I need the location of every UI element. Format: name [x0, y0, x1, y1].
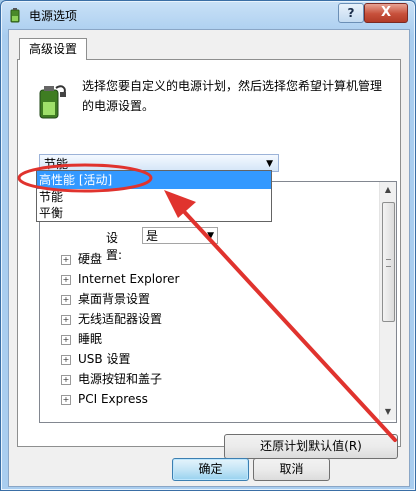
expand-icon[interactable]: + — [61, 314, 71, 325]
help-button[interactable]: ? — [338, 3, 364, 23]
tab-advanced-settings[interactable]: 高级设置 — [19, 38, 87, 60]
tree-item-label: 无线适配器设置 — [78, 312, 163, 326]
dialog-client: 高级设置 选择您要自定义的电源计划，然后选择您希望计算机管理的电源设置。 节能 … — [8, 29, 410, 487]
power-options-window: 电源选项 ? X 高级设置 选择您要自定义的电源计划，然后选择您希望计算机管理的… — [0, 0, 416, 491]
dropdown-option-high-performance[interactable]: 高性能 [活动] — [37, 171, 271, 189]
window-title: 电源选项 — [29, 9, 78, 23]
tree-item[interactable]: + 硬盘 — [61, 249, 102, 269]
power-plan-dropdown-list[interactable]: 高性能 [活动] 节能 平衡 — [36, 170, 272, 222]
expand-icon[interactable]: + — [61, 254, 71, 265]
tree-item-label: 睡眠 — [78, 332, 103, 346]
tree-item-label: USB 设置 — [78, 352, 131, 366]
power-plan-selected: 节能 — [44, 157, 69, 171]
cancel-button[interactable]: 取消 — [253, 458, 330, 481]
tree-item[interactable]: + PCI Express — [61, 389, 148, 409]
tree-item[interactable]: + 睡眠 — [61, 329, 102, 349]
settings-panel: 选择您要自定义的电源计划，然后选择您希望计算机管理的电源设置。 节能 ▼ 设置:… — [17, 59, 401, 459]
ok-button[interactable]: 确定 — [172, 458, 249, 481]
tree-item-label: PCI Express — [78, 392, 148, 406]
power-plan-icon — [10, 8, 20, 23]
tree-item-label: 硬盘 — [78, 252, 103, 266]
scrollbar-thumb[interactable] — [382, 202, 395, 322]
description-text: 选择您要自定义的电源计划，然后选择您希望计算机管理的电源设置。 — [82, 79, 383, 113]
tree-item[interactable]: + 电源按钮和盖子 — [61, 369, 162, 389]
setting-value: 是 — [146, 229, 159, 243]
setting-label: 设置: — [106, 231, 123, 262]
scroll-up-icon[interactable]: ▲ — [380, 182, 396, 198]
tree-item-label: 桌面背景设置 — [78, 292, 151, 306]
expand-icon[interactable]: + — [61, 294, 71, 305]
tree-item[interactable]: + 无线适配器设置 — [61, 309, 162, 329]
battery-plug-icon — [39, 85, 66, 119]
tree-item[interactable]: + 桌面背景设置 — [61, 289, 150, 309]
tree-item[interactable]: + USB 设置 — [61, 349, 130, 369]
grip-icon — [386, 259, 391, 267]
expand-icon[interactable]: + — [61, 374, 71, 385]
expand-icon[interactable]: + — [61, 394, 71, 405]
title-bar[interactable]: 电源选项 ? X — [1, 1, 415, 29]
close-button[interactable]: X — [364, 3, 408, 23]
vertical-scrollbar[interactable]: ▲ ▼ — [379, 182, 396, 420]
expand-icon[interactable]: + — [61, 274, 71, 285]
tree-item-label: Internet Explorer — [78, 272, 180, 286]
tree-item[interactable]: + Internet Explorer — [61, 269, 179, 289]
restore-defaults-button[interactable]: 还原计划默认值(R) — [224, 434, 398, 459]
expand-icon[interactable]: + — [61, 334, 71, 345]
expand-icon[interactable]: + — [61, 354, 71, 365]
setting-value-select[interactable]: 是 ▼ — [142, 227, 218, 244]
dropdown-option-balanced[interactable]: 平衡 — [37, 205, 271, 221]
scroll-down-icon[interactable]: ▼ — [380, 404, 396, 420]
chevron-down-icon: ▼ — [207, 231, 214, 241]
dropdown-option-power-saver[interactable]: 节能 — [37, 189, 271, 205]
tree-item-label: 电源按钮和盖子 — [78, 372, 163, 386]
